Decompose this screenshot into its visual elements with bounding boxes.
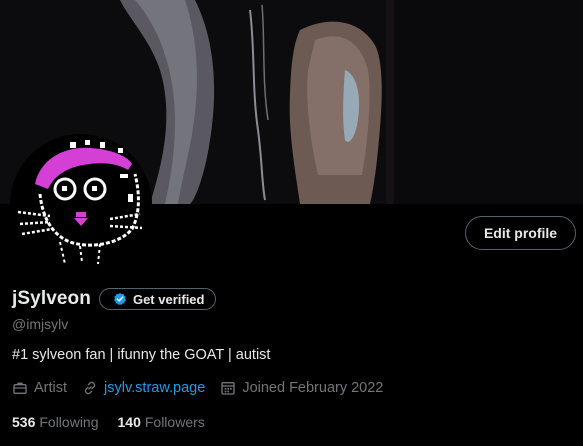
followers-link[interactable]: 140 Followers — [118, 414, 205, 430]
following-label: Following — [39, 414, 99, 430]
avatar-image — [10, 134, 152, 276]
website-link[interactable]: jsylv.straw.page — [104, 380, 205, 396]
website-item: jsylv.straw.page — [82, 380, 205, 396]
follow-stats: 536 Following 140 Followers — [12, 414, 224, 430]
profile-handle: @imjsylv — [12, 316, 69, 332]
followers-count: 140 — [117, 414, 141, 430]
following-link[interactable]: 536 Following — [12, 414, 99, 430]
followers-label: Followers — [144, 414, 205, 430]
joined-item: Joined February 2022 — [220, 380, 383, 396]
profile-meta: Artist jsylv.straw.page Joined February … — [12, 380, 398, 396]
name-row: jSylveon Get verified — [12, 288, 217, 310]
verified-badge-icon — [113, 292, 126, 306]
following-count: 536 — [12, 414, 36, 430]
briefcase-icon — [13, 382, 27, 394]
link-icon — [84, 381, 96, 395]
display-name: jSylveon — [12, 288, 91, 309]
edit-profile-label: Edit profile — [483, 225, 558, 241]
profile-avatar[interactable] — [10, 134, 152, 276]
edit-profile-button[interactable]: Edit profile — [465, 216, 576, 250]
profession-label: Artist — [34, 380, 68, 396]
joined-label: Joined February 2022 — [242, 380, 384, 396]
profession-item: Artist — [12, 380, 67, 396]
get-verified-label: Get verified — [132, 291, 205, 307]
get-verified-button[interactable]: Get verified — [98, 288, 217, 310]
calendar-icon — [221, 382, 235, 395]
profile-bio: #1 sylveon fan | ifunny the GOAT | autis… — [12, 347, 271, 363]
profile-page: Edit profile jSylveon Get verified @imjs… — [0, 0, 583, 446]
